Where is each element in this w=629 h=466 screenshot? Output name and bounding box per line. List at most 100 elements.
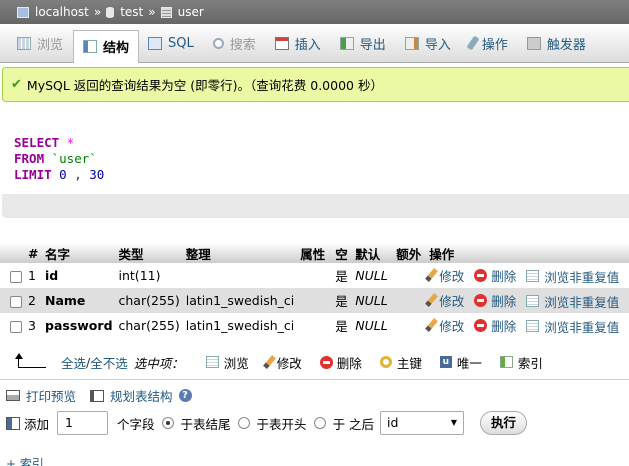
browse-distinct-link[interactable]: 浏览非重复值 bbox=[526, 267, 619, 286]
row-checkbox[interactable] bbox=[10, 295, 22, 308]
field-name: id bbox=[42, 263, 116, 288]
breadcrumb-database[interactable]: test bbox=[120, 5, 143, 19]
tab-insert[interactable]: 插入 bbox=[266, 28, 331, 58]
row-checkbox[interactable] bbox=[10, 270, 22, 283]
browse-distinct-label: 浏览非重复值 bbox=[544, 319, 620, 335]
tab-label: 导出 bbox=[359, 37, 386, 53]
bulk-primary-button[interactable]: 主键 bbox=[379, 353, 422, 372]
bulk-unique-button[interactable]: u 唯一 bbox=[439, 353, 482, 372]
sql-keyword: SELECT bbox=[14, 135, 60, 150]
with-selected-label: 选中项： bbox=[133, 355, 184, 371]
field-extra bbox=[393, 313, 427, 338]
header-extra[interactable]: 额外 bbox=[393, 243, 427, 263]
header-action: 操作 bbox=[426, 243, 629, 263]
tab-structure[interactable]: 结构 bbox=[73, 29, 140, 63]
tab-label: 导入 bbox=[424, 37, 451, 53]
triggers-icon bbox=[526, 36, 541, 50]
breadcrumb-server[interactable]: localhost bbox=[35, 5, 89, 19]
tab-search[interactable]: 搜索 bbox=[204, 28, 266, 58]
radio-at-end[interactable] bbox=[161, 417, 174, 429]
field-collation: latin1_swedish_ci bbox=[182, 288, 298, 313]
delete-icon bbox=[474, 319, 488, 332]
tab-triggers[interactable]: 触发器 bbox=[518, 28, 596, 58]
field-type: char(255) bbox=[115, 313, 183, 338]
delete-icon bbox=[474, 294, 488, 307]
edit-label: 修改 bbox=[439, 268, 465, 284]
field-default: NULL bbox=[352, 288, 394, 313]
field-attributes bbox=[297, 288, 333, 313]
tab-label: 搜索 bbox=[229, 37, 256, 53]
edit-link[interactable]: 修改 bbox=[425, 291, 464, 310]
operations-icon bbox=[466, 35, 480, 51]
field-collation: latin1_swedish_ci bbox=[182, 313, 298, 338]
pencil-icon bbox=[262, 355, 276, 369]
tab-operations[interactable]: 操作 bbox=[461, 28, 518, 58]
delete-icon bbox=[319, 355, 333, 369]
propose-structure-link[interactable]: 规划表结构 bbox=[110, 386, 173, 405]
tab-export[interactable]: 导出 bbox=[331, 28, 396, 58]
after-field-select[interactable]: id bbox=[380, 411, 465, 435]
sql-keyword: FROM bbox=[14, 151, 45, 166]
row-num: 3 bbox=[28, 313, 42, 338]
delete-link[interactable]: 删除 bbox=[474, 291, 516, 310]
index-icon bbox=[499, 356, 513, 368]
arrow-up-icon bbox=[15, 353, 46, 368]
table-icon bbox=[160, 6, 172, 18]
field-attributes bbox=[297, 263, 333, 288]
print-view-link[interactable]: 打印预览 bbox=[26, 386, 76, 405]
print-row: 打印预览 规划表结构 ? bbox=[6, 386, 192, 405]
breadcrumb-separator: » bbox=[148, 5, 156, 19]
row-num: 2 bbox=[28, 288, 42, 313]
help-icon[interactable]: ? bbox=[178, 389, 192, 402]
header-collation[interactable]: 整理 bbox=[182, 243, 298, 263]
bulk-browse-button[interactable]: 浏览 bbox=[205, 353, 249, 372]
browse-distinct-link[interactable]: 浏览非重复值 bbox=[526, 317, 619, 336]
breadcrumb-table[interactable]: user bbox=[178, 5, 204, 19]
row-num: 1 bbox=[28, 263, 42, 288]
header-type[interactable]: 类型 bbox=[115, 243, 183, 263]
delete-link[interactable]: 删除 bbox=[474, 316, 516, 335]
unique-icon: u bbox=[439, 356, 452, 368]
bulk-index-button[interactable]: 索引 bbox=[499, 353, 543, 372]
insert-icon bbox=[274, 36, 289, 50]
tab-label: 浏览 bbox=[37, 37, 64, 53]
column-count-input[interactable]: 1 bbox=[57, 411, 109, 435]
row-checkbox[interactable] bbox=[10, 320, 22, 333]
browse-distinct-link[interactable]: 浏览非重复值 bbox=[526, 292, 619, 311]
header-attributes[interactable]: 属性 bbox=[297, 243, 333, 263]
edit-link[interactable]: 修改 bbox=[425, 266, 465, 285]
tab-import[interactable]: 导入 bbox=[396, 28, 461, 58]
radio-at-beginning[interactable] bbox=[237, 417, 250, 429]
browse-icon bbox=[526, 295, 540, 307]
bulk-delete-button[interactable]: 删除 bbox=[319, 353, 362, 372]
browse-icon bbox=[526, 320, 540, 332]
indexes-toggle[interactable]: + 索引 bbox=[6, 455, 44, 466]
fields-label: 个字段 bbox=[117, 416, 155, 432]
bulk-edit-button[interactable]: 修改 bbox=[262, 353, 302, 372]
radio-after[interactable] bbox=[313, 417, 326, 429]
tab-browse[interactable]: 浏览 bbox=[8, 28, 73, 58]
table-row: 2 Name char(255) latin1_swedish_ci 是 NUL… bbox=[0, 288, 629, 313]
table-header-row: # 名字 类型 整理 属性 空 默认 额外 操作 bbox=[0, 243, 629, 263]
delete-link[interactable]: 删除 bbox=[474, 266, 516, 285]
edit-label: 修改 bbox=[439, 318, 465, 334]
table-row: 1 id int(11) 是 NULL 修改 删除 浏览非重复值 bbox=[0, 263, 629, 288]
delete-label: 删除 bbox=[491, 294, 517, 309]
sql-query-box: SELECT * FROM `user` LIMIT 0 , 30 bbox=[2, 121, 629, 218]
import-icon bbox=[404, 36, 419, 50]
sql-query-text[interactable]: SELECT * FROM `user` LIMIT 0 , 30 bbox=[2, 121, 629, 194]
header-null[interactable]: 空 bbox=[332, 243, 353, 263]
header-default[interactable]: 默认 bbox=[352, 243, 394, 263]
edit-link[interactable]: 修改 bbox=[425, 316, 465, 335]
header-name[interactable]: 名字 bbox=[42, 243, 116, 263]
go-button[interactable]: 执行 bbox=[480, 411, 528, 435]
bulk-edit-label: 修改 bbox=[276, 355, 302, 371]
field-name: Name bbox=[42, 288, 116, 313]
check-all-link[interactable]: 全选 bbox=[61, 353, 86, 372]
field-name: password bbox=[42, 313, 116, 338]
sql-operator: * bbox=[59, 135, 75, 150]
tab-sql[interactable]: SQL bbox=[139, 28, 204, 58]
tab-label: SQL bbox=[168, 35, 194, 51]
tab-label: 结构 bbox=[103, 41, 130, 56]
uncheck-all-link[interactable]: 全不选 bbox=[90, 353, 128, 372]
